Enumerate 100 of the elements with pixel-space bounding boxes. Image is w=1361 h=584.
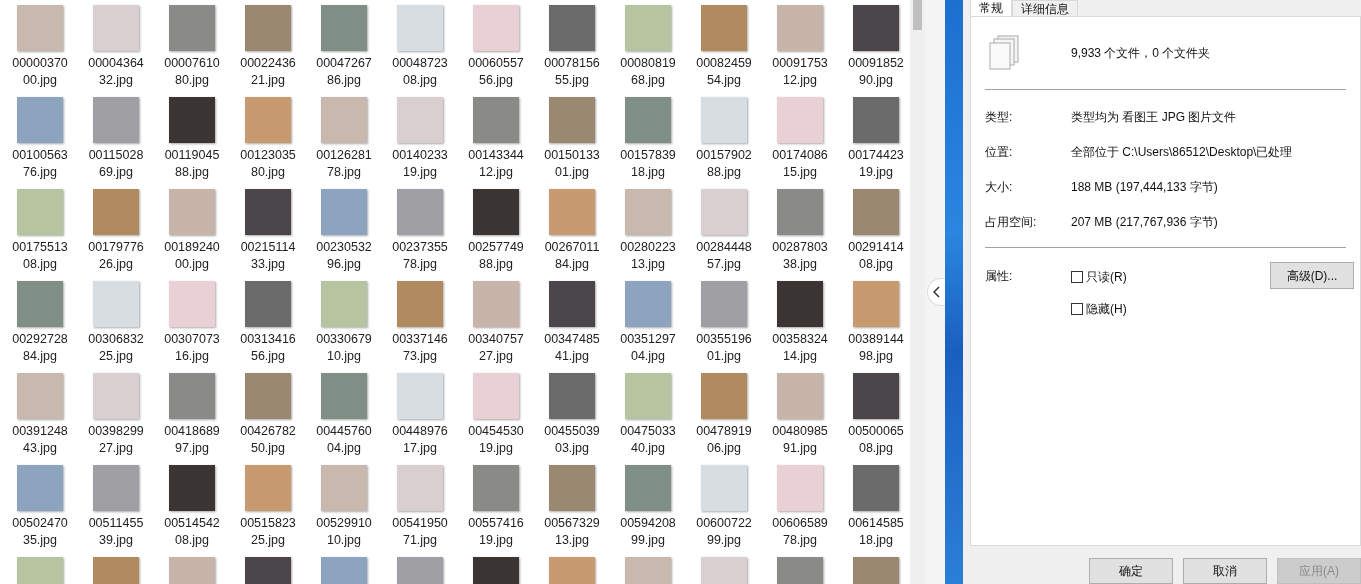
collapse-button[interactable] xyxy=(927,278,945,306)
checkbox[interactable]: 只读(R) xyxy=(1071,268,1270,286)
file-name[interactable]: 0050006508.jpg xyxy=(847,423,905,457)
file-name[interactable]: 0031341656.jpg xyxy=(239,331,297,365)
file-name[interactable]: 0026701184.jpg xyxy=(543,239,601,273)
file-name[interactable]: 0051145539.jpg xyxy=(87,515,145,549)
scrollbar[interactable] xyxy=(910,0,925,584)
file-name[interactable]: 0000037000.jpg xyxy=(11,55,69,89)
file-name[interactable]: 0017442319.jpg xyxy=(847,147,905,181)
file-name[interactable]: 0060658978.jpg xyxy=(771,515,829,549)
checkbox[interactable]: 隐藏(H) xyxy=(1071,300,1270,318)
file-name[interactable]: 0010056376.jpg xyxy=(11,147,69,181)
file-name[interactable]: 0025774988.jpg xyxy=(467,239,525,273)
file-name[interactable]: 0002243621.jpg xyxy=(239,55,297,89)
photo-placeholder xyxy=(17,465,63,511)
file-name[interactable]: 0054195071.jpg xyxy=(391,515,449,549)
file-name[interactable]: 0034075727.jpg xyxy=(467,331,525,365)
file-name[interactable]: 0011502869.jpg xyxy=(87,147,145,181)
file-name[interactable]: 0012303580.jpg xyxy=(239,147,297,181)
file-name[interactable]: 0015013301.jpg xyxy=(543,147,601,181)
file-name[interactable]: 0015783918.jpg xyxy=(619,147,677,181)
dialog-button[interactable]: 确定 xyxy=(1089,558,1173,584)
file-name[interactable]: 0051582325.jpg xyxy=(239,515,297,549)
file-name[interactable]: 0038914498.jpg xyxy=(847,331,905,365)
file-name[interactable]: 0004872308.jpg xyxy=(391,55,449,89)
file-name[interactable]: 0044897617.jpg xyxy=(391,423,449,457)
file-name[interactable]: 0014023319.jpg xyxy=(391,147,449,181)
file-name[interactable]: 0033714673.jpg xyxy=(391,331,449,365)
field-label: 位置: xyxy=(985,144,1014,161)
file-name[interactable]: 0009185290.jpg xyxy=(847,55,905,89)
file-name[interactable]: 0014334412.jpg xyxy=(467,147,525,181)
advanced-button[interactable]: 高级(D)... xyxy=(1270,262,1354,289)
file-name[interactable]: 0008081968.jpg xyxy=(619,55,677,89)
photo-placeholder xyxy=(169,465,215,511)
file-name[interactable]: 0004726786.jpg xyxy=(315,55,373,89)
photo-placeholder xyxy=(321,97,367,143)
file-name[interactable]: 0056732913.jpg xyxy=(543,515,601,549)
file-name[interactable]: 0034748541.jpg xyxy=(543,331,601,365)
file-name[interactable]: 0033067910.jpg xyxy=(315,331,373,365)
photo-placeholder xyxy=(777,281,823,327)
file-name[interactable]: 0030707316.jpg xyxy=(163,331,221,365)
file-name[interactable]: 0044576004.jpg xyxy=(315,423,373,457)
photo-placeholder xyxy=(473,465,519,511)
photo-placeholder xyxy=(17,5,63,51)
file-name[interactable]: 0041868997.jpg xyxy=(163,423,221,457)
file-name[interactable]: 0050247035.jpg xyxy=(11,515,69,549)
scrollbar-thumb[interactable] xyxy=(913,0,922,30)
file-name[interactable]: 0035832414.jpg xyxy=(771,331,829,365)
file-name[interactable]: 0017977626.jpg xyxy=(87,239,145,273)
file-name[interactable]: 0028022313.jpg xyxy=(619,239,677,273)
file-name[interactable]: 0007815655.jpg xyxy=(543,55,601,89)
file-name[interactable]: 0015790288.jpg xyxy=(695,147,753,181)
photo-placeholder xyxy=(321,281,367,327)
file-name[interactable]: 0047891906.jpg xyxy=(695,423,753,457)
photo-placeholder xyxy=(473,97,519,143)
field-value: 188 MB (197,444,133 字节) xyxy=(1071,179,1218,196)
file-name[interactable]: 0047503340.jpg xyxy=(619,423,677,457)
file-name[interactable]: 0029272884.jpg xyxy=(11,331,69,365)
file-name[interactable]: 0028444857.jpg xyxy=(695,239,753,273)
documents-icon xyxy=(989,35,1021,71)
file-name[interactable]: 0042678250.jpg xyxy=(239,423,297,457)
file-name[interactable]: 0061458518.jpg xyxy=(847,515,905,549)
file-name[interactable]: 0045503903.jpg xyxy=(543,423,601,457)
file-name[interactable]: 0023053296.jpg xyxy=(315,239,373,273)
file-name[interactable]: 0052991010.jpg xyxy=(315,515,373,549)
file-name[interactable]: 0006055756.jpg xyxy=(467,55,525,89)
file-name[interactable]: 0009175312.jpg xyxy=(771,55,829,89)
file-name[interactable]: 0059420899.jpg xyxy=(619,515,677,549)
file-name[interactable]: 0023735578.jpg xyxy=(391,239,449,273)
file-name[interactable]: 0039829927.jpg xyxy=(87,423,145,457)
file-name[interactable]: 0035129704.jpg xyxy=(619,331,677,365)
photo-placeholder xyxy=(853,5,899,51)
tab[interactable]: 详细信息 xyxy=(1012,0,1078,16)
file-name[interactable]: 0011904588.jpg xyxy=(163,147,221,181)
file-name[interactable]: 0030683225.jpg xyxy=(87,331,145,365)
file-name[interactable]: 0039124843.jpg xyxy=(11,423,69,457)
photo-placeholder xyxy=(701,281,747,327)
dialog-button[interactable]: 取消 xyxy=(1183,558,1267,584)
file-name[interactable]: 0008245954.jpg xyxy=(695,55,753,89)
tab[interactable]: 常规 xyxy=(970,0,1012,16)
file-name[interactable]: 0021511433.jpg xyxy=(239,239,297,273)
file-name[interactable]: 0055741619.jpg xyxy=(467,515,525,549)
file-name[interactable]: 0048098591.jpg xyxy=(771,423,829,457)
file-name[interactable]: 0000436432.jpg xyxy=(87,55,145,89)
file-name[interactable]: 0051454208.jpg xyxy=(163,515,221,549)
file-name[interactable]: 0017408615.jpg xyxy=(771,147,829,181)
file-name[interactable]: 0045453019.jpg xyxy=(467,423,525,457)
file-name[interactable]: 0028780338.jpg xyxy=(771,239,829,273)
file-name[interactable]: 0035519601.jpg xyxy=(695,331,753,365)
file-name[interactable]: 0060072299.jpg xyxy=(695,515,753,549)
file-name[interactable]: 0029141408.jpg xyxy=(847,239,905,273)
file-name[interactable]: 0012628178.jpg xyxy=(315,147,373,181)
file-name[interactable]: 0017551308.jpg xyxy=(11,239,69,273)
chevron-left-icon xyxy=(933,286,940,298)
file-count-text: 9,933 个文件，0 个文件夹 xyxy=(1071,45,1211,62)
photo-placeholder xyxy=(549,189,595,235)
photo-placeholder xyxy=(17,281,63,327)
file-name[interactable]: 0000761080.jpg xyxy=(163,55,221,89)
file-name[interactable]: 0018924000.jpg xyxy=(163,239,221,273)
photo-placeholder xyxy=(701,189,747,235)
